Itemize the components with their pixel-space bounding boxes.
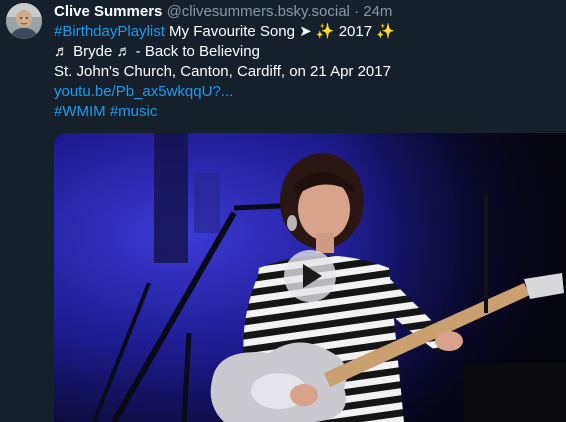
post-line-1: #BirthdayPlaylist My Favourite Song ➤ ✨ … (54, 22, 566, 42)
play-button[interactable] (284, 250, 336, 302)
post-header: Clive Summers @clivesummers.bsky.social … (54, 2, 566, 22)
video-thumbnail[interactable] (54, 133, 566, 422)
play-icon (303, 264, 322, 288)
hashtag-wmim[interactable]: #WMIM (54, 103, 106, 120)
post-hashtags-line: #WMIM #music (54, 102, 566, 122)
post-line-3: St. John's Church, Canton, Cardiff, on 2… (54, 63, 391, 80)
post: Clive Summers @clivesummers.bsky.social … (0, 0, 566, 422)
hashtag-music[interactable]: #music (110, 103, 158, 120)
separator-dot: · (354, 3, 360, 20)
post-link-line: youtu.be/Pb_ax5wkqqU?... (54, 82, 566, 102)
post-line-2: ♬ Bryde ♬ - Back to Believing (54, 43, 260, 60)
avatar[interactable] (6, 3, 42, 39)
avatar-image (6, 3, 42, 39)
author-name[interactable]: Clive Summers (54, 3, 162, 20)
post-time[interactable]: 24m (363, 3, 392, 20)
post-line-1-text: My Favourite Song ➤ ✨ 2017 ✨ (164, 23, 395, 40)
post-content: Clive Summers @clivesummers.bsky.social … (54, 2, 566, 122)
hashtag-birthdayplaylist[interactable]: #BirthdayPlaylist (54, 23, 165, 40)
author-handle[interactable]: @clivesummers.bsky.social (167, 3, 350, 20)
youtube-link[interactable]: youtu.be/Pb_ax5wkqqU?... (54, 83, 233, 100)
